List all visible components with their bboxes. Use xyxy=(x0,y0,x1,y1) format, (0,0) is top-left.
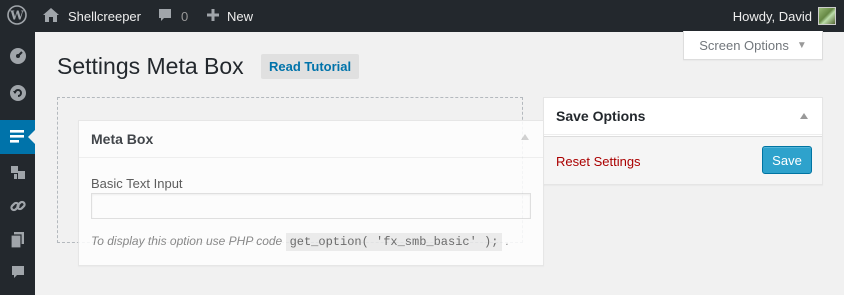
save-options-box: Save Options Reset Settings Save xyxy=(543,97,823,185)
admin-menu xyxy=(0,32,35,295)
wordpress-logo-button[interactable]: W xyxy=(0,0,34,32)
home-icon xyxy=(42,7,60,26)
comment-bubble-icon xyxy=(157,7,173,26)
php-code-snippet: get_option( 'fx_smb_basic' ); xyxy=(285,233,503,251)
admin-bar: W Shellcreeper 0 New Howdy, David xyxy=(0,0,844,32)
menu-updates[interactable] xyxy=(0,77,35,111)
chevron-down-icon: ▼ xyxy=(796,39,807,51)
description-prefix: To display this option use PHP code xyxy=(91,234,283,248)
plus-icon xyxy=(206,8,220,25)
collapse-arrow-icon[interactable] xyxy=(521,134,529,140)
comments-icon xyxy=(10,264,26,283)
howdy-label: Howdy, David xyxy=(732,8,812,24)
comments-count: 0 xyxy=(181,8,189,24)
basic-text-input[interactable] xyxy=(91,193,531,219)
screen-options-button[interactable]: Screen Options ▼ xyxy=(683,31,823,60)
basic-text-input-label: Basic Text Input xyxy=(91,176,183,191)
save-options-actions: Reset Settings Save xyxy=(544,136,822,184)
menu-links[interactable] xyxy=(0,190,35,224)
collapse-arrow-icon[interactable] xyxy=(800,113,808,119)
comments-link[interactable]: 0 xyxy=(157,0,188,32)
new-label: New xyxy=(227,8,254,24)
settings-page-icon xyxy=(9,128,27,147)
screen-options-label: Screen Options xyxy=(699,37,789,53)
field-description: To display this option use PHP code get_… xyxy=(91,233,510,251)
meta-box-header[interactable]: Meta Box xyxy=(79,121,543,158)
svg-text:W: W xyxy=(9,8,24,22)
description-suffix: . xyxy=(505,234,510,248)
page-title: Settings Meta Box xyxy=(57,53,244,79)
menu-comments[interactable] xyxy=(0,256,35,290)
dashboard-icon xyxy=(9,47,27,68)
menu-plugins[interactable] xyxy=(0,156,35,190)
link-icon xyxy=(9,197,27,218)
site-name-link[interactable]: Shellcreeper xyxy=(42,0,141,32)
meta-box[interactable]: Meta Box Basic Text Input To display thi… xyxy=(78,120,544,266)
menu-dashboard[interactable] xyxy=(0,40,35,74)
wordpress-logo-icon: W xyxy=(7,4,27,28)
site-name-label: Shellcreeper xyxy=(68,8,141,24)
menu-pages[interactable] xyxy=(0,224,35,258)
updates-icon xyxy=(9,84,27,105)
save-button[interactable]: Save xyxy=(762,146,812,174)
save-options-header[interactable]: Save Options xyxy=(544,98,822,135)
my-account-link[interactable]: Howdy, David xyxy=(733,0,836,32)
avatar xyxy=(818,7,836,25)
menu-settings-page[interactable] xyxy=(0,120,35,154)
read-tutorial-button[interactable]: Read Tutorial xyxy=(261,54,360,79)
plugins-icon xyxy=(9,163,27,184)
reset-settings-link[interactable]: Reset Settings xyxy=(556,154,641,169)
save-options-title: Save Options xyxy=(556,108,646,124)
pages-icon xyxy=(9,231,26,252)
new-content-link[interactable]: New xyxy=(206,0,253,32)
meta-box-title: Meta Box xyxy=(91,131,154,147)
